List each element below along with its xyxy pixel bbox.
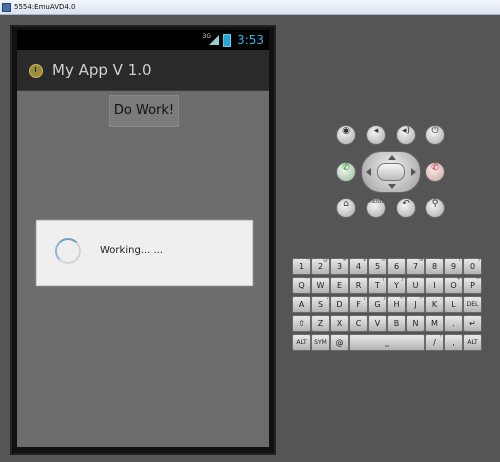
key-c[interactable]: C — [349, 315, 368, 332]
phone-screen: 3G 3:53 My App V 1.0 Do Work! Working...… — [17, 30, 269, 447]
back-button[interactable]: ↶ — [396, 198, 416, 218]
app-window-icon — [2, 3, 11, 12]
key-s[interactable]: S \ — [311, 295, 330, 313]
power-icon: ⏻ — [431, 126, 439, 136]
volume-up-button[interactable]: ◂) — [396, 125, 416, 145]
progress-dialog: Working... ... — [36, 220, 253, 286]
key-9[interactable]: 9( — [444, 257, 463, 275]
key-x[interactable]: X — [330, 315, 349, 332]
phone-call-icon: ✆ — [342, 163, 350, 173]
key-1[interactable]: 1! — [292, 257, 311, 275]
key-6[interactable]: 6 ^ — [387, 257, 406, 275]
key-2[interactable]: 2 @ — [311, 257, 330, 275]
key-shift[interactable]: ⇧ — [292, 315, 311, 332]
search-button[interactable]: ⚲ — [425, 198, 445, 218]
key-comma[interactable]: , — [444, 334, 463, 351]
key-p[interactable]: P = — [463, 276, 482, 294]
key-delete[interactable]: DEL — [463, 296, 482, 313]
do-work-button[interactable]: Do Work! — [109, 95, 179, 127]
key-j[interactable]: J > — [406, 295, 425, 313]
back-icon: ↶ — [402, 199, 410, 209]
key-sym[interactable]: SYM — [311, 334, 330, 351]
key-a[interactable]: A — [292, 296, 311, 313]
key-l[interactable]: L: — [444, 295, 463, 313]
key-m[interactable]: M — [425, 315, 444, 332]
search-icon: ⚲ — [431, 199, 439, 209]
key-enter[interactable]: ↵ — [463, 315, 482, 332]
volume-down-icon: ◂ — [373, 126, 379, 136]
key-e[interactable]: E ' — [330, 276, 349, 294]
progress-message: Working... ... — [100, 245, 164, 256]
key-r[interactable]: R ` — [349, 276, 368, 294]
menu-label: MENU — [368, 199, 384, 205]
loading-spinner-icon — [55, 238, 81, 264]
key-w[interactable]: W " — [311, 276, 330, 294]
key-period[interactable]: . — [444, 315, 463, 332]
menu-button[interactable]: MENU — [366, 198, 386, 218]
app-title: My App V 1.0 — [52, 61, 152, 79]
space-icon: ⎵ — [385, 338, 389, 347]
hardware-keyboard: 1! 2 @ 3 # 4 $ 5% 6 ^ 7 & 8 * 9( 0) Q ~ W " E ' R… — [292, 257, 488, 352]
dpad-up-icon[interactable] — [388, 155, 396, 160]
dpad-left-icon[interactable] — [366, 168, 371, 176]
dpad-center-button[interactable] — [377, 163, 405, 181]
key-5[interactable]: 5% — [368, 257, 387, 275]
dpad-right-icon[interactable] — [411, 168, 416, 176]
key-3[interactable]: 3 # — [330, 257, 349, 275]
key-7[interactable]: 7 & — [406, 257, 425, 275]
key-y[interactable]: Y} — [387, 276, 406, 294]
shift-icon: ⇧ — [298, 319, 305, 328]
battery-icon — [223, 34, 231, 47]
key-space[interactable]: ⎵ — [349, 334, 425, 351]
key-i[interactable]: I — [425, 277, 444, 294]
dpad-down-icon[interactable] — [388, 184, 396, 189]
key-u[interactable]: U- — [406, 276, 425, 294]
call-button[interactable]: ✆ — [336, 162, 356, 182]
volume-up-icon: ◂) — [401, 126, 411, 136]
key-o[interactable]: O + — [444, 276, 463, 294]
home-button[interactable]: ⌂ — [336, 198, 356, 218]
phone-device: 3G 3:53 My App V 1.0 Do Work! Working...… — [10, 25, 276, 455]
status-time: 3:53 — [237, 33, 264, 47]
window-titlebar[interactable]: 5554:EmuAVD4.0 — [0, 0, 500, 15]
emulator-window: 5554:EmuAVD4.0 3G 3:53 My App V 1.0 Do W… — [0, 0, 500, 462]
android-status-bar: 3G 3:53 — [17, 30, 269, 50]
key-0[interactable]: 0) — [463, 257, 482, 275]
window-title: 5554:EmuAVD4.0 — [14, 3, 76, 11]
enter-icon: ↵ — [469, 319, 476, 328]
action-bar: My App V 1.0 — [17, 50, 269, 91]
dpad[interactable] — [361, 151, 421, 193]
key-4[interactable]: 4 $ — [349, 257, 368, 275]
key-8[interactable]: 8 * — [425, 257, 444, 275]
camera-button[interactable]: ◉ — [336, 125, 356, 145]
key-alt-right[interactable]: ALT — [463, 334, 482, 351]
camera-icon: ◉ — [342, 126, 350, 136]
signal-icon — [209, 35, 219, 45]
key-k[interactable]: K; — [425, 295, 444, 313]
end-call-icon: ✆ — [431, 163, 439, 173]
key-alt-left[interactable]: ALT — [292, 334, 311, 351]
key-b[interactable]: B — [387, 315, 406, 332]
key-z[interactable]: Z — [311, 315, 330, 332]
key-g[interactable]: G] — [368, 295, 387, 313]
key-v[interactable]: V — [368, 315, 387, 332]
key-h[interactable]: H < — [387, 295, 406, 313]
volume-down-button[interactable]: ◂ — [366, 125, 386, 145]
key-n[interactable]: N — [406, 315, 425, 332]
end-call-button[interactable]: ✆ — [425, 162, 445, 182]
key-q[interactable]: Q ~ — [292, 276, 311, 294]
home-icon: ⌂ — [343, 199, 349, 209]
key-f[interactable]: F[ — [349, 295, 368, 313]
power-button[interactable]: ⏻ — [425, 125, 445, 145]
key-d[interactable]: D — [330, 296, 349, 313]
key-at[interactable]: @ — [330, 334, 349, 351]
app-logo-icon[interactable] — [29, 64, 43, 78]
key-slash[interactable]: /? — [425, 333, 444, 351]
key-t[interactable]: T{ — [368, 276, 387, 294]
